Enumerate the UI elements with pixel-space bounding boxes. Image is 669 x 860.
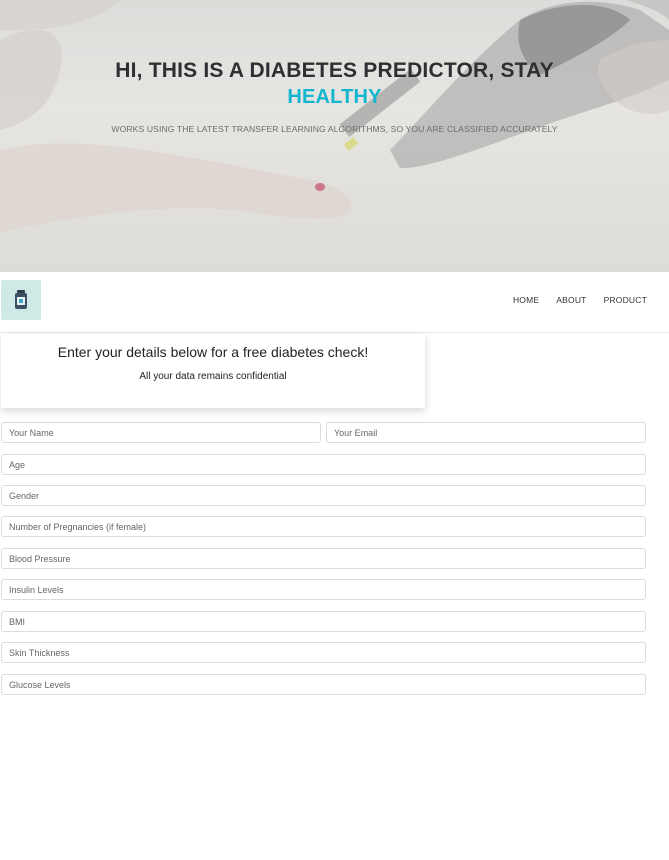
glucose-input[interactable] — [1, 674, 646, 695]
intro-title: Enter your details below for a free diab… — [57, 344, 369, 360]
gender-input[interactable] — [1, 485, 646, 506]
bmi-input[interactable] — [1, 611, 646, 632]
hero-banner: HI, THIS IS A DIABETES PREDICTOR, STAY H… — [0, 0, 669, 272]
medicine-bottle-icon[interactable] — [1, 280, 41, 320]
age-input[interactable] — [1, 454, 646, 475]
hero-title-accent: HEALTHY — [287, 86, 382, 108]
navbar: HOME ABOUT PRODUCT — [0, 277, 669, 333]
hero-background-image — [0, 0, 669, 232]
intro-card: Enter your details below for a free diab… — [1, 334, 425, 408]
nav-product-link[interactable]: PRODUCT — [604, 295, 647, 305]
skin-thickness-input[interactable] — [1, 642, 646, 663]
main-nav: HOME ABOUT PRODUCT — [513, 295, 647, 305]
hero-title-line: HI, THIS IS A DIABETES PREDICTOR, STAY — [115, 59, 554, 82]
intro-subtitle: All your data remains confidential — [139, 371, 287, 382]
pregnancies-input[interactable] — [1, 516, 646, 537]
nav-about-link[interactable]: ABOUT — [556, 295, 586, 305]
insulin-input[interactable] — [1, 579, 646, 600]
email-input[interactable] — [326, 422, 646, 443]
blood-pressure-input[interactable] — [1, 548, 646, 569]
hero-title: HI, THIS IS A DIABETES PREDICTOR, STAY H… — [0, 58, 669, 110]
name-input[interactable] — [1, 422, 321, 443]
nav-home-link[interactable]: HOME — [513, 295, 539, 305]
hero-subtitle: WORKS USING THE LATEST TRANSFER LEARNING… — [111, 124, 558, 134]
